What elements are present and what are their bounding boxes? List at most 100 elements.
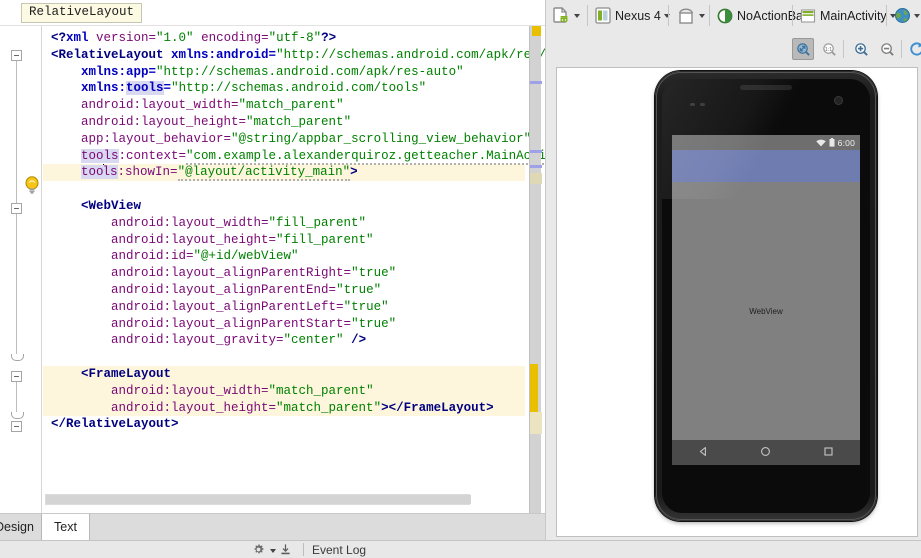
preview-zoom-toolbar: 1:1 <box>546 31 921 65</box>
code-line[interactable]: tools:context="com.example.alexanderquir… <box>43 148 545 165</box>
code-line[interactable]: <?xml version="1.0" encoding="utf-8"?> <box>43 30 525 47</box>
tab-strip-filler <box>90 514 545 541</box>
globe-icon <box>895 8 910 23</box>
stripe-occurrence-marker-1[interactable] <box>530 81 542 84</box>
wifi-icon <box>815 139 826 147</box>
activity-selector[interactable]: MainActivity <box>800 4 896 27</box>
theme-selector[interactable]: NoActionBar <box>717 4 807 27</box>
code-line[interactable]: android:layout_width="match_parent" <box>43 97 525 114</box>
fold-marker-webview[interactable] <box>11 203 22 214</box>
locale-selector[interactable] <box>894 4 920 27</box>
config-file-button[interactable] <box>552 4 580 27</box>
fold-marker-framelayout[interactable] <box>11 371 22 382</box>
code-token: "match_parent" <box>238 98 344 113</box>
code-line[interactable]: app:layout_behavior="@string/appbar_scro… <box>43 131 531 148</box>
toolbar-separator-4 <box>792 5 793 26</box>
code-line[interactable]: xmlns:app="http://schemas.android.com/ap… <box>43 64 525 81</box>
earpiece-icon <box>740 85 792 90</box>
chevron-down-icon <box>699 13 705 18</box>
rendered-screen[interactable]: 6:00 WebView <box>672 135 860 465</box>
orientation-selector[interactable] <box>676 4 705 27</box>
code-line[interactable]: </RelativeLayout> <box>43 416 525 433</box>
code-token: version= <box>88 31 157 45</box>
chevron-down-icon <box>270 549 276 553</box>
webview-label: WebView <box>749 306 783 316</box>
stripe-occurrence-marker-2[interactable] <box>530 150 542 153</box>
settings-gear-icon <box>254 544 264 554</box>
code-token: "fill_parent" <box>276 232 374 247</box>
tab-design[interactable]: Design <box>0 514 42 541</box>
code-token: android:id= <box>111 249 194 264</box>
code-token: <WebView <box>81 198 142 213</box>
fold-guide-end <box>11 354 24 361</box>
editor-marker-stripe[interactable] <box>529 26 542 513</box>
code-line[interactable]: android:layout_width="fill_parent" <box>43 215 525 232</box>
fold-guide-line-2 <box>16 382 17 412</box>
settings-gear-button[interactable] <box>252 543 276 557</box>
chevron-down-icon <box>574 13 580 18</box>
nav-recents-icon[interactable] <box>823 444 834 462</box>
intention-bulb-icon[interactable] <box>24 176 40 194</box>
code-line[interactable]: android:layout_alignParentRight="true" <box>43 265 525 282</box>
fold-marker-close-relativelayout[interactable] <box>11 421 22 432</box>
code-token: android:layout_width= <box>81 98 239 113</box>
fold-marker-relativelayout[interactable] <box>11 50 22 61</box>
code-token: "match_parent" <box>268 383 374 398</box>
code-line[interactable]: android:layout_gravity="center" /> <box>43 332 525 349</box>
code-line[interactable]: xmlns:tools="http://schemas.android.com/… <box>43 80 525 97</box>
tab-text[interactable]: Text <box>42 514 90 541</box>
code-line[interactable]: <RelativeLayout xmlns:android="http://sc… <box>43 47 545 64</box>
code-line[interactable]: android:layout_alignParentStart="true" <box>43 316 525 333</box>
stripe-changed-block-marker[interactable] <box>530 364 538 412</box>
code-token: "match_parent" <box>246 114 352 129</box>
stripe-highlight-block-marker <box>530 412 542 434</box>
zoom-to-fit-button[interactable] <box>792 38 814 60</box>
editor-horizontal-scrollbar[interactable] <box>45 494 471 505</box>
code-line[interactable] <box>43 181 525 198</box>
code-token: "match_parent" <box>276 400 382 415</box>
android-status-bar: 6:00 <box>672 135 860 150</box>
code-line[interactable]: android:id="@+id/webView" <box>43 248 525 265</box>
webview-preview-area[interactable]: WebView <box>672 182 860 440</box>
breadcrumb-bar: RelativeLayout <box>0 0 545 26</box>
zoom-actual-size-button[interactable]: 1:1 <box>818 38 840 60</box>
hide-panel-button[interactable] <box>279 543 295 557</box>
app-bar-preview <box>672 150 860 182</box>
device-label: Nexus 4 <box>615 8 661 23</box>
zoom-in-icon <box>854 42 868 56</box>
code-line[interactable]: android:layout_width="match_parent" <box>43 382 525 400</box>
layout-preview-pane: Nexus 4 NoActionBar MainActivity 1:1 6:0… <box>545 0 921 540</box>
breadcrumb[interactable]: RelativeLayout <box>21 3 143 23</box>
fold-guide-end-2 <box>11 412 24 419</box>
preview-canvas[interactable]: 6:00 WebView <box>556 67 918 537</box>
code-line[interactable]: android:layout_alignParentEnd="true" <box>43 282 525 299</box>
code-line[interactable]: <WebView <box>43 198 525 215</box>
code-line[interactable]: android:layout_alignParentLeft="true" <box>43 299 525 316</box>
code-line[interactable]: tools:showIn="@layout/activity_main"> <box>43 164 525 182</box>
code-line[interactable]: <FrameLayout <box>43 365 525 383</box>
code-line[interactable]: android:layout_height="fill_parent" <box>43 232 525 249</box>
code-token: xmlns:app= <box>81 64 157 79</box>
editor-gutter[interactable] <box>0 26 42 513</box>
event-log-button[interactable]: Event Log <box>312 541 366 558</box>
refresh-button[interactable] <box>906 38 921 60</box>
code-line[interactable] <box>43 349 525 366</box>
code-token: "true" <box>351 266 397 281</box>
editor-horizontal-scroll-thumb[interactable] <box>46 495 471 504</box>
activity-layout-icon <box>800 8 816 23</box>
zoom-in-button[interactable] <box>850 38 872 60</box>
code-token: :context= <box>118 148 187 163</box>
theme-label: NoActionBar <box>737 8 808 23</box>
stripe-warning-marker[interactable] <box>532 26 541 36</box>
nav-home-icon[interactable] <box>760 444 771 462</box>
code-line[interactable]: android:layout_height="match_parent" <box>43 114 525 131</box>
orientation-icon <box>678 8 694 24</box>
code-token: "@layout/activity_main" <box>177 165 351 182</box>
code-line[interactable]: android:layout_height="match_parent"></F… <box>43 399 525 417</box>
code-token: "com.example.alexanderquiroz.getteacher.… <box>186 148 545 165</box>
stripe-occurrence-marker-3[interactable] <box>530 165 542 168</box>
zoom-out-button[interactable] <box>876 38 898 60</box>
code-text-area[interactable]: <?xml version="1.0" encoding="utf-8"?> <R… <box>43 26 545 513</box>
nav-back-icon[interactable] <box>698 444 709 462</box>
device-selector[interactable]: Nexus 4 <box>595 4 670 27</box>
